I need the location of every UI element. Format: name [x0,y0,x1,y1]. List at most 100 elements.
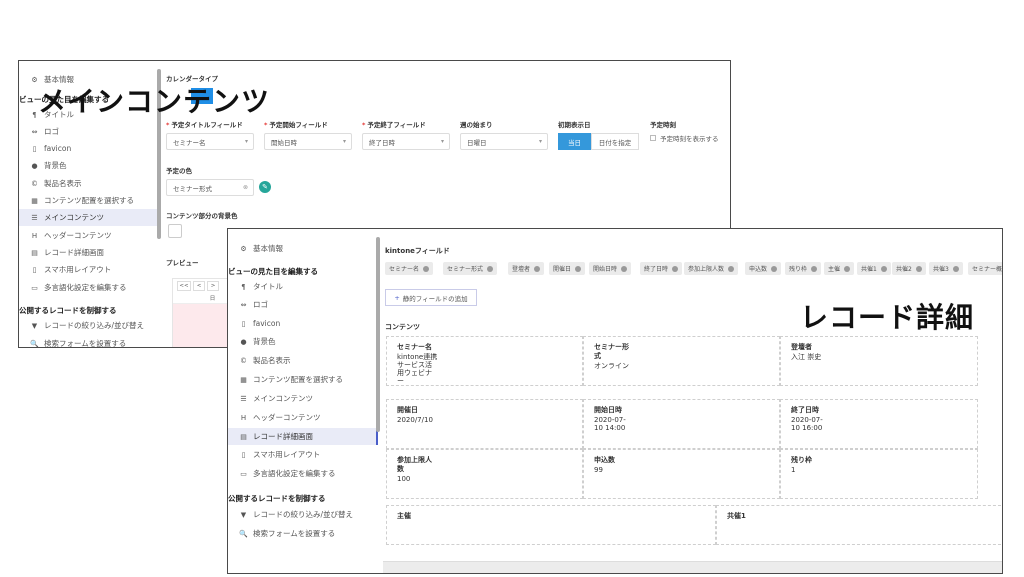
chevron-down-icon: ▾ [244,138,248,145]
field-chip[interactable]: 登壇者 [508,262,545,275]
field-value: 2020/7/10 [397,416,433,424]
field-chip[interactable]: 申込数 [745,262,782,275]
sidebar-item[interactable]: © 製品名表示 [228,352,378,369]
event-color-select[interactable]: セミナー形式 ⊗ [166,179,254,196]
field-title: セミナー名 [397,343,432,351]
link-icon: ⇔ [240,300,247,309]
sidebar-item[interactable]: ▦ コンテンツ配置を選択する [19,192,159,209]
time-label: 予定時刻 [650,121,676,129]
sidebar-item[interactable]: 🔍 検索フォームを設置する [228,525,378,542]
section-publish-heading: 公開するレコードを制御する [19,306,117,315]
today-button[interactable]: 当日 [558,133,591,150]
sidebar-item[interactable]: 🔍 検索フォームを設置する [19,335,159,347]
table-icon: ▤ [31,248,38,257]
week-start-select[interactable]: 日曜日 ▾ [460,133,548,150]
sidebar-item[interactable]: ▤ レコード詳細画面 [228,428,378,445]
sidebar-item[interactable]: H ヘッダーコンテンツ [228,409,378,426]
remove-icon[interactable] [811,265,818,272]
prev-year-button[interactable]: << [177,281,191,291]
sidebar-item[interactable]: ☰ メインコンテンツ [228,390,378,407]
field-chip[interactable]: 終了日時 [640,262,683,275]
field-chip[interactable]: 参加上限人数 [684,262,739,275]
field-title: 申込数 [594,456,615,464]
record-field-cell[interactable]: 主催 [386,505,716,545]
sidebar-item-label: 検索フォームを設置する [253,529,336,538]
next-month-button[interactable]: > [207,281,219,291]
field-chip[interactable]: セミナー名 [385,262,434,275]
horizontal-scrollbar[interactable] [383,561,1002,573]
sidebar-item[interactable]: ▦ コンテンツ配置を選択する [228,371,378,388]
sidebar-item[interactable]: ☰ メインコンテンツ [19,209,159,226]
sidebar-item[interactable]: ⚙ 基本情報 [228,240,378,257]
remove-icon[interactable] [672,265,679,272]
record-field-cell[interactable]: セミナー名 kintone連携 サービス活 用ウェビナ ー [386,336,583,386]
field-chip[interactable]: 残り枠 [785,262,822,275]
record-field-cell[interactable]: 参加上限人 数 100 [386,449,583,499]
clear-icon[interactable]: ⊗ [243,184,248,191]
field-chip[interactable]: 開催日 [549,262,586,275]
sidebar-item[interactable]: ▭ 多言語化設定を編集する [19,279,159,296]
record-field-cell[interactable]: 登壇者 入江 崇史 [780,336,978,386]
add-static-field-button[interactable]: + 静的フィールドの追加 [385,289,477,306]
sidebar-item[interactable]: ▯ スマホ用レイアウト [228,446,378,463]
grid-icon: ▦ [31,196,38,205]
sidebar-item[interactable]: ⇔ ロゴ [228,296,378,313]
field-title: 共催1 [727,512,746,520]
field-chip[interactable]: 共催2 [892,262,926,275]
sidebar-item-label: コンテンツ配置を選択する [44,196,134,205]
remove-icon[interactable] [621,265,628,272]
title-field-select[interactable]: セミナー名 ▾ [166,133,254,150]
remove-icon[interactable] [952,265,959,272]
sidebar-item[interactable]: ● 背景色 [228,333,378,350]
remove-icon[interactable] [575,265,582,272]
start-field-label: * 予定開始フィールド [264,121,328,129]
field-value: 100 [397,475,411,483]
field-chip[interactable]: セミナー形式 [443,262,498,275]
sidebar-item[interactable]: ▯ favicon [228,315,378,332]
record-field-cell[interactable]: 開催日 2020/7/10 [386,399,583,449]
record-field-cell[interactable]: 共催1 [716,505,1002,545]
sidebar-item[interactable]: ▼ レコードの絞り込み/並び替え [228,506,378,523]
remove-icon[interactable] [728,265,735,272]
end-field-select[interactable]: 終了日時 ▾ [362,133,450,150]
field-chip[interactable]: 共催1 [857,262,891,275]
record-field-cell[interactable]: 申込数 99 [583,449,780,499]
sidebar-item[interactable]: ¶ タイトル [228,278,378,295]
checkbox-box[interactable] [650,135,656,141]
section-view-heading: ビューの見た目を編集する [228,267,318,276]
start-field-select[interactable]: 開始日時 ▾ [264,133,352,150]
edit-color-icon[interactable]: ✎ [259,181,271,193]
sidebar-item[interactable]: ▭ 多言語化設定を編集する [228,465,378,482]
sidebar-item[interactable]: ▼ レコードの絞り込み/並び替え [19,317,159,334]
prev-month-button[interactable]: < [193,281,205,291]
field-chip[interactable]: 開始日時 [589,262,632,275]
sidebar-item[interactable]: H ヘッダーコンテンツ [19,227,159,244]
remove-icon[interactable] [487,265,494,272]
field-chip[interactable]: 主催 [824,262,855,275]
field-chip[interactable]: セミナー概要 [968,262,1002,275]
show-time-checkbox[interactable]: 予定時刻を表示する [650,133,719,143]
record-detail-caption: レコード詳細 [800,301,975,334]
sidebar-item-label: 背景色 [253,337,276,346]
remove-icon[interactable] [423,265,430,272]
remove-icon[interactable] [771,265,778,272]
sidebar-item[interactable]: ▤ レコード詳細画面 [19,244,159,261]
remove-icon[interactable] [534,265,541,272]
record-field-cell[interactable]: 開始日時 2020-07- 10 14:00 [583,399,780,449]
record-field-cell[interactable]: 残り枠 1 [780,449,978,499]
sidebar-item[interactable]: ⇔ ロゴ [19,123,159,140]
remove-icon[interactable] [844,265,851,272]
sidebar-item[interactable]: © 製品名表示 [19,175,159,192]
record-field-cell[interactable]: セミナー形 式オンライン [583,336,780,386]
sidebar-item[interactable]: ● 背景色 [19,157,159,174]
field-title: 残り枠 [791,456,812,464]
sidebar-item[interactable]: ▯ favicon [19,140,159,157]
remove-icon[interactable] [880,265,887,272]
remove-icon[interactable] [915,265,922,272]
field-chip[interactable]: 共催3 [929,262,963,275]
sidebar-scrollbar[interactable] [376,237,380,432]
background-color-swatch[interactable] [168,224,182,238]
sidebar-item[interactable]: ▯ スマホ用レイアウト [19,261,159,278]
record-field-cell[interactable]: 終了日時 2020-07- 10 16:00 [780,399,978,449]
specify-date-button[interactable]: 日付を指定 [591,133,639,150]
